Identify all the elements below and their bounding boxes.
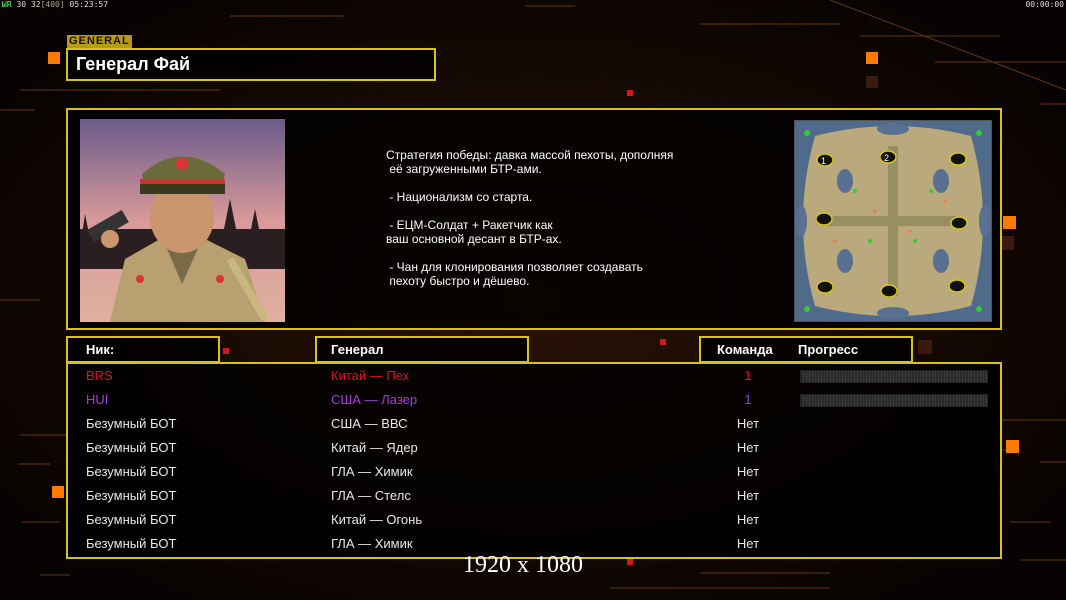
general-portrait bbox=[80, 119, 285, 322]
player-row[interactable]: BRS Китай — Пех 1 bbox=[68, 364, 1000, 388]
player-row[interactable]: Безумный БОТ ГЛА — Стелс Нет bbox=[68, 484, 1000, 508]
fps-value-a: 30 bbox=[16, 0, 27, 9]
resolution-watermark: 1920 x 1080 bbox=[463, 552, 583, 578]
player-team[interactable]: Нет bbox=[708, 464, 788, 479]
general-info-panel: Стратегия победы: давка массой пехоты, д… bbox=[66, 108, 1002, 330]
player-team[interactable]: 1 bbox=[708, 368, 788, 383]
player-nick: HUI bbox=[86, 392, 109, 407]
player-team[interactable]: Нет bbox=[708, 416, 788, 431]
player-general[interactable]: США — ВВС bbox=[331, 416, 408, 431]
player-list: BRS Китай — Пех 1 HUI США — Лазер 1 Безу… bbox=[66, 362, 1002, 559]
player-general[interactable]: Китай — Огонь bbox=[331, 512, 422, 527]
map-preview[interactable]: 1 2 bbox=[794, 120, 992, 322]
player-general[interactable]: ГЛА — Стелс bbox=[331, 488, 411, 503]
player-team[interactable]: Нет bbox=[708, 512, 788, 527]
nick-header: Ник: bbox=[66, 336, 220, 363]
player-row[interactable]: HUI США — Лазер 1 bbox=[68, 388, 1000, 412]
player-row[interactable]: Безумный БОТ ГЛА — Химик Нет bbox=[68, 460, 1000, 484]
general-header-label: Генерал bbox=[331, 342, 384, 357]
general-name-panel: Генерал Фай bbox=[66, 48, 436, 81]
player-nick: Безумный БОТ bbox=[86, 416, 177, 431]
player-nick: BRS bbox=[86, 368, 113, 383]
player-team[interactable]: Нет bbox=[708, 440, 788, 455]
nick-header-label: Ник: bbox=[86, 342, 115, 357]
player-general[interactable]: Китай — Ядер bbox=[331, 440, 418, 455]
fps-value-b: 32 bbox=[30, 0, 41, 9]
player-row[interactable]: Безумный БОТ США — ВВС Нет bbox=[68, 412, 1000, 436]
general-name: Генерал Фай bbox=[76, 54, 191, 74]
game-timer: 00:00:00 bbox=[1025, 0, 1064, 9]
system-clock: 05:23:57 bbox=[69, 0, 109, 9]
player-nick: Безумный БОТ bbox=[86, 488, 177, 503]
fps-value-c: [400] bbox=[40, 0, 65, 9]
player-team[interactable]: Нет bbox=[708, 536, 788, 551]
team-progress-header: Команда Прогресс bbox=[699, 336, 913, 363]
fps-counter: ЫR 30 32[400] 05:23:57 bbox=[2, 0, 108, 9]
general-tag: GENERAL bbox=[67, 35, 132, 48]
player-row[interactable]: Безумный БОТ Китай — Ядер Нет bbox=[68, 436, 1000, 460]
player-team[interactable]: 1 bbox=[708, 392, 788, 407]
player-nick: Безумный БОТ bbox=[86, 464, 177, 479]
player-general[interactable]: ГЛА — Химик bbox=[331, 464, 413, 479]
player-general[interactable]: США — Лазер bbox=[331, 392, 417, 407]
progress-bar bbox=[800, 394, 988, 407]
fps-label: ЫR bbox=[2, 0, 12, 9]
general-description: Стратегия победы: давка массой пехоты, д… bbox=[386, 148, 674, 288]
player-nick: Безумный БОТ bbox=[86, 440, 177, 455]
team-header-label: Команда bbox=[717, 342, 773, 357]
progress-header-label: Прогресс bbox=[798, 342, 859, 357]
player-general[interactable]: Китай — Пех bbox=[331, 368, 409, 383]
player-nick: Безумный БОТ bbox=[86, 512, 177, 527]
general-header: Генерал bbox=[315, 336, 529, 363]
map-slot-label: 1 bbox=[821, 156, 826, 166]
player-row[interactable]: Безумный БОТ Китай — Огонь Нет bbox=[68, 508, 1000, 532]
progress-bar bbox=[800, 370, 988, 383]
map-slot-label: 2 bbox=[884, 153, 889, 163]
player-team[interactable]: Нет bbox=[708, 488, 788, 503]
player-general[interactable]: ГЛА — Химик bbox=[331, 536, 413, 551]
player-nick: Безумный БОТ bbox=[86, 536, 177, 551]
